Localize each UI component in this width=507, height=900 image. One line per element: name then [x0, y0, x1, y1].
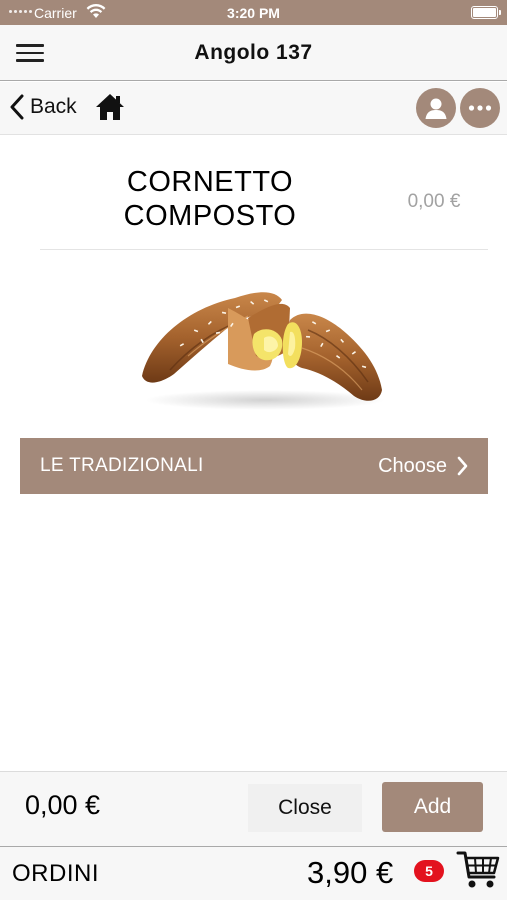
nav-bar: Angolo 137 [0, 25, 507, 81]
more-options-button[interactable] [460, 88, 500, 128]
profile-button[interactable] [416, 88, 456, 128]
status-time: 3:20 PM [227, 5, 280, 21]
page-title: Angolo 137 [194, 41, 313, 64]
chevron-right-icon [457, 456, 468, 476]
cart-icon[interactable] [456, 849, 500, 891]
item-total: 0,00 € [25, 790, 101, 820]
bottom-action-panel: 0,00 € Close Add [0, 771, 507, 847]
more-icon [468, 105, 492, 111]
orders-count-badge: 5 [414, 860, 444, 882]
choose-label: Choose [378, 454, 447, 477]
sub-nav-bar: Back [0, 82, 507, 135]
close-button[interactable]: Close [248, 784, 362, 832]
add-button[interactable]: Add [382, 782, 483, 832]
home-icon[interactable] [95, 92, 125, 122]
product-title-line-2: COMPOSTO [123, 200, 297, 232]
product-title: CORNETTO COMPOSTO [80, 165, 340, 233]
product-image [142, 292, 385, 410]
orders-total: 3,90 € [307, 855, 394, 890]
back-label: Back [30, 95, 77, 118]
divider [40, 249, 488, 250]
category-row[interactable]: LE TRADIZIONALI Choose [20, 438, 488, 494]
status-bar: Carrier 3:20 PM [0, 0, 507, 25]
orders-label: ORDINI [12, 860, 99, 887]
chevron-left-icon [10, 94, 24, 120]
category-name: LE TRADIZIONALI [40, 455, 204, 476]
user-icon [425, 98, 447, 119]
product-title-line-1: CORNETTO [126, 166, 294, 198]
battery-icon [471, 6, 501, 19]
product-price: 0,00 € [407, 191, 461, 212]
choose-link[interactable]: Choose [378, 455, 468, 478]
back-button[interactable]: Back [10, 94, 77, 120]
